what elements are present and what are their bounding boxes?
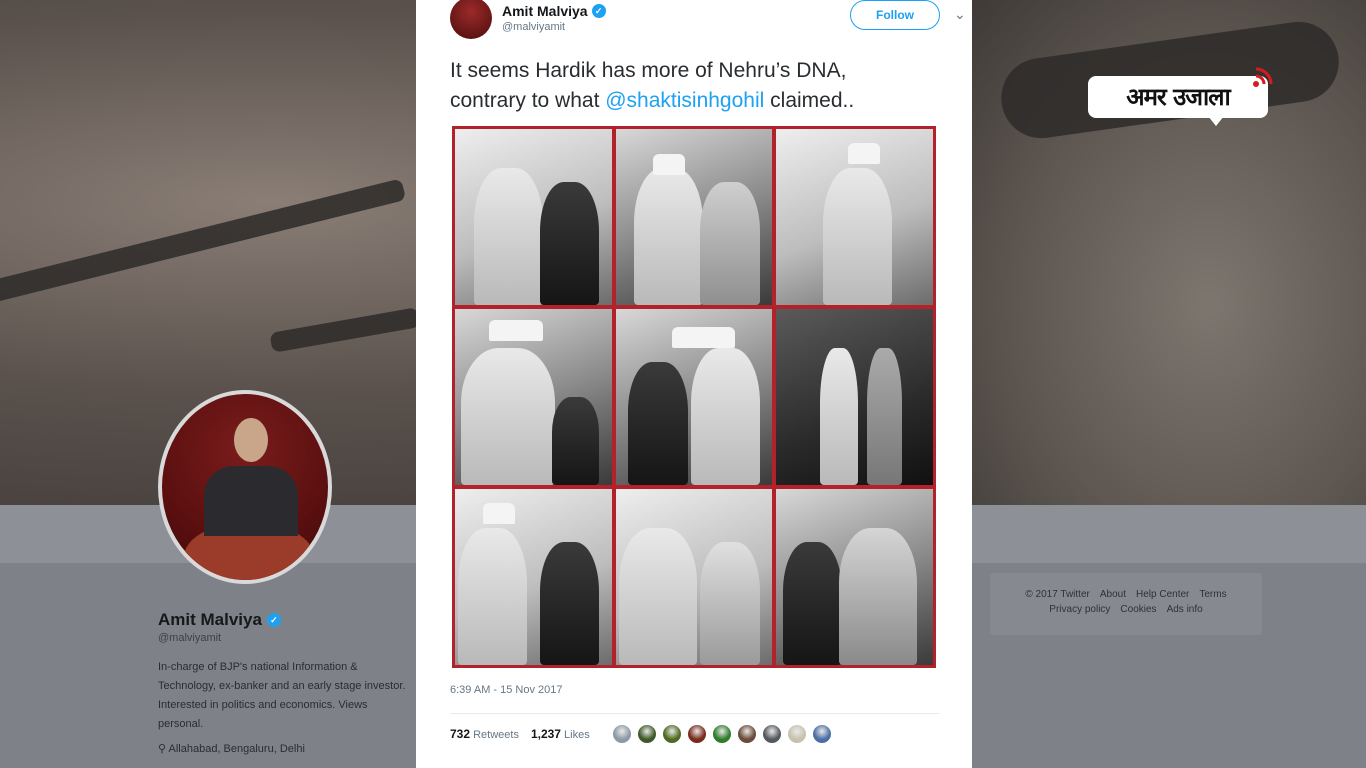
profile-avatar[interactable] — [158, 390, 332, 584]
liker-avatar[interactable] — [637, 724, 657, 744]
photo-figure — [539, 541, 600, 665]
profile-handle[interactable]: @malviyamit — [158, 632, 408, 644]
photo-figure — [690, 347, 760, 485]
photo-figure — [458, 527, 528, 665]
tweet-stats: 732 Retweets 1,237 Likes — [450, 727, 590, 741]
mention-link[interactable]: @shaktisinhgohil — [605, 89, 764, 112]
retweets-stat[interactable]: 732 Retweets — [450, 727, 519, 741]
broadcast-signal-icon — [1253, 67, 1273, 87]
footer-link[interactable]: About — [1100, 589, 1126, 600]
footer-link[interactable]: Terms — [1199, 589, 1226, 600]
tweet-text-line1: It seems Hardik has more of Nehru’s DNA, — [450, 59, 847, 82]
footer-links: © 2017 Twitter About Help Center Terms Priva… — [1002, 589, 1250, 615]
verified-icon: ✓ — [266, 613, 281, 627]
footer-links-box: © 2017 Twitter About Help Center Terms Priva… — [990, 573, 1262, 635]
tweet-divider — [450, 713, 940, 714]
footer-link[interactable]: © 2017 Twitter — [1025, 589, 1089, 600]
profile-location-text: Allahabad, Bengaluru, Delhi — [168, 743, 305, 755]
profile-name[interactable]: Amit Malviya — [158, 610, 262, 630]
photo-figure — [473, 167, 543, 305]
liker-avatar[interactable] — [762, 724, 782, 744]
brand-logo: अमर उजाला — [1088, 67, 1273, 126]
photo-figure — [461, 347, 556, 485]
collage-photo[interactable] — [615, 489, 773, 665]
footer-link[interactable]: Privacy policy — [1049, 604, 1110, 615]
photo-cap — [848, 143, 880, 165]
profile-bio: In-charge of BJP's national Information … — [158, 661, 406, 730]
photo-cap — [672, 326, 735, 348]
photo-figure — [539, 181, 600, 305]
tweet-author-name-row: Amit Malviya ✓ — [502, 3, 606, 19]
logo-speech-tail — [1208, 116, 1224, 126]
photo-figure — [820, 347, 858, 485]
likes-stat[interactable]: 1,237 Likes — [531, 727, 590, 741]
retweets-count: 732 — [450, 727, 471, 741]
logo-text: अमर उजाला — [1126, 83, 1231, 111]
profile-location: ⚲ Allahabad, Bengaluru, Delhi — [158, 742, 408, 755]
tweet-header: Amit Malviya ✓ @malviyamit Follow ⌄ — [450, 0, 966, 42]
follow-button[interactable]: Follow — [850, 0, 940, 30]
likes-label: Likes — [564, 729, 590, 741]
photo-figure — [867, 347, 902, 485]
avatar-head — [234, 418, 268, 462]
tweet-author-names: Amit Malviya ✓ @malviyamit — [502, 3, 606, 33]
avatar-body — [204, 466, 298, 536]
photo-figure — [634, 167, 704, 305]
photo-figure — [838, 527, 918, 665]
footer-link[interactable]: Cookies — [1120, 604, 1156, 615]
location-icon: ⚲ — [158, 743, 169, 755]
tweet-text-suffix: claimed.. — [764, 89, 855, 112]
liker-avatar[interactable] — [737, 724, 757, 744]
liker-avatars — [612, 724, 832, 744]
collage-photo[interactable] — [455, 309, 612, 485]
photo-figure — [823, 167, 893, 305]
tweet-text-line2: contrary to what @shaktisinhgohil claime… — [450, 86, 950, 116]
liker-avatar[interactable] — [687, 724, 707, 744]
tweet-author-handle[interactable]: @malviyamit — [502, 21, 606, 33]
photo-figure — [552, 397, 600, 485]
profile-info: Amit Malviya ✓ @malviyamit In-charge of … — [158, 610, 408, 755]
collage-photo[interactable] — [615, 309, 773, 485]
liker-avatar[interactable] — [712, 724, 732, 744]
verified-icon: ✓ — [591, 4, 606, 18]
liker-avatar[interactable] — [812, 724, 832, 744]
tweet-card: Amit Malviya ✓ @malviyamit Follow ⌄ It s… — [416, 0, 972, 768]
liker-avatar[interactable] — [662, 724, 682, 744]
photo-cap — [653, 153, 685, 175]
photo-cap — [489, 319, 543, 341]
tweet-timestamp[interactable]: 6:39 AM - 15 Nov 2017 — [450, 684, 563, 696]
photo-figure — [700, 541, 760, 665]
tweet-text-prefix: contrary to what — [450, 89, 606, 112]
photo-figure — [700, 181, 760, 305]
photo-cap — [483, 503, 515, 525]
collage-photo[interactable] — [776, 489, 933, 665]
tweet-author-name[interactable]: Amit Malviya — [502, 3, 588, 19]
liker-avatar[interactable] — [612, 724, 632, 744]
collage-photo[interactable] — [615, 129, 773, 305]
chevron-down-icon[interactable]: ⌄ — [954, 6, 966, 23]
collage-photo[interactable] — [455, 129, 612, 305]
likes-count: 1,237 — [530, 727, 561, 741]
retweets-label: Retweets — [473, 729, 519, 741]
footer-link[interactable]: Ads info — [1167, 604, 1203, 615]
tweet-author-avatar[interactable] — [450, 0, 492, 39]
collage-photo[interactable] — [455, 489, 612, 665]
footer-link[interactable]: Help Center — [1136, 589, 1189, 600]
profile-name-row: Amit Malviya ✓ — [158, 610, 408, 630]
liker-avatar[interactable] — [787, 724, 807, 744]
collage-photo[interactable] — [776, 129, 933, 305]
photo-figure — [618, 527, 698, 665]
photo-figure — [628, 361, 688, 485]
tweet-text: It seems Hardik has more of Nehru’s DNA,… — [450, 56, 950, 116]
collage-photo[interactable] — [776, 309, 933, 485]
tweet-photo-collage[interactable] — [452, 126, 936, 668]
photo-figure — [782, 541, 843, 665]
